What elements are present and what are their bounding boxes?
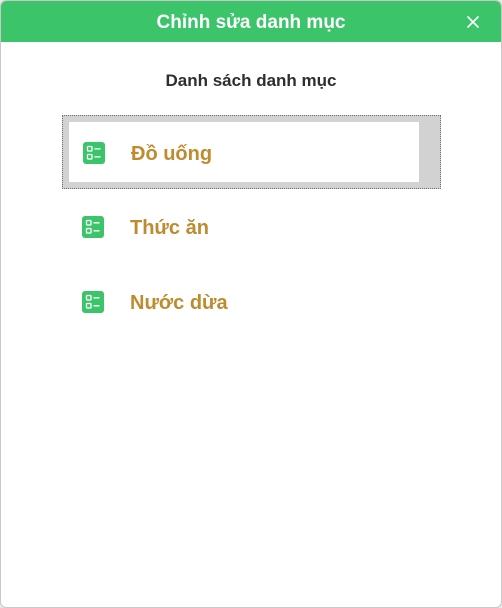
category-item-thuc-an[interactable]: Thức ăn	[62, 190, 441, 264]
dialog-titlebar: Chỉnh sửa danh mục	[1, 1, 501, 42]
selected-item-background	[69, 122, 419, 182]
category-item-do-uong[interactable]: Đồ uống	[62, 115, 441, 189]
list-icon	[82, 216, 104, 238]
category-item-nuoc-dua[interactable]: Nước dừa	[62, 265, 441, 339]
edit-category-dialog: Chỉnh sửa danh mục Danh sách danh mục Đồ…	[0, 0, 502, 608]
close-button[interactable]	[463, 12, 483, 32]
category-label: Đồ uống	[131, 143, 213, 165]
category-list: Đồ uống Thức ăn Nước dừa	[62, 115, 441, 340]
dialog-title: Chỉnh sửa danh mục	[156, 12, 346, 33]
list-icon	[83, 142, 105, 164]
category-label: Nước dừa	[130, 292, 228, 314]
category-label: Thức ăn	[130, 217, 209, 239]
close-icon	[467, 16, 479, 28]
list-icon	[82, 291, 104, 313]
category-list-heading: Danh sách danh mục	[165, 71, 337, 90]
